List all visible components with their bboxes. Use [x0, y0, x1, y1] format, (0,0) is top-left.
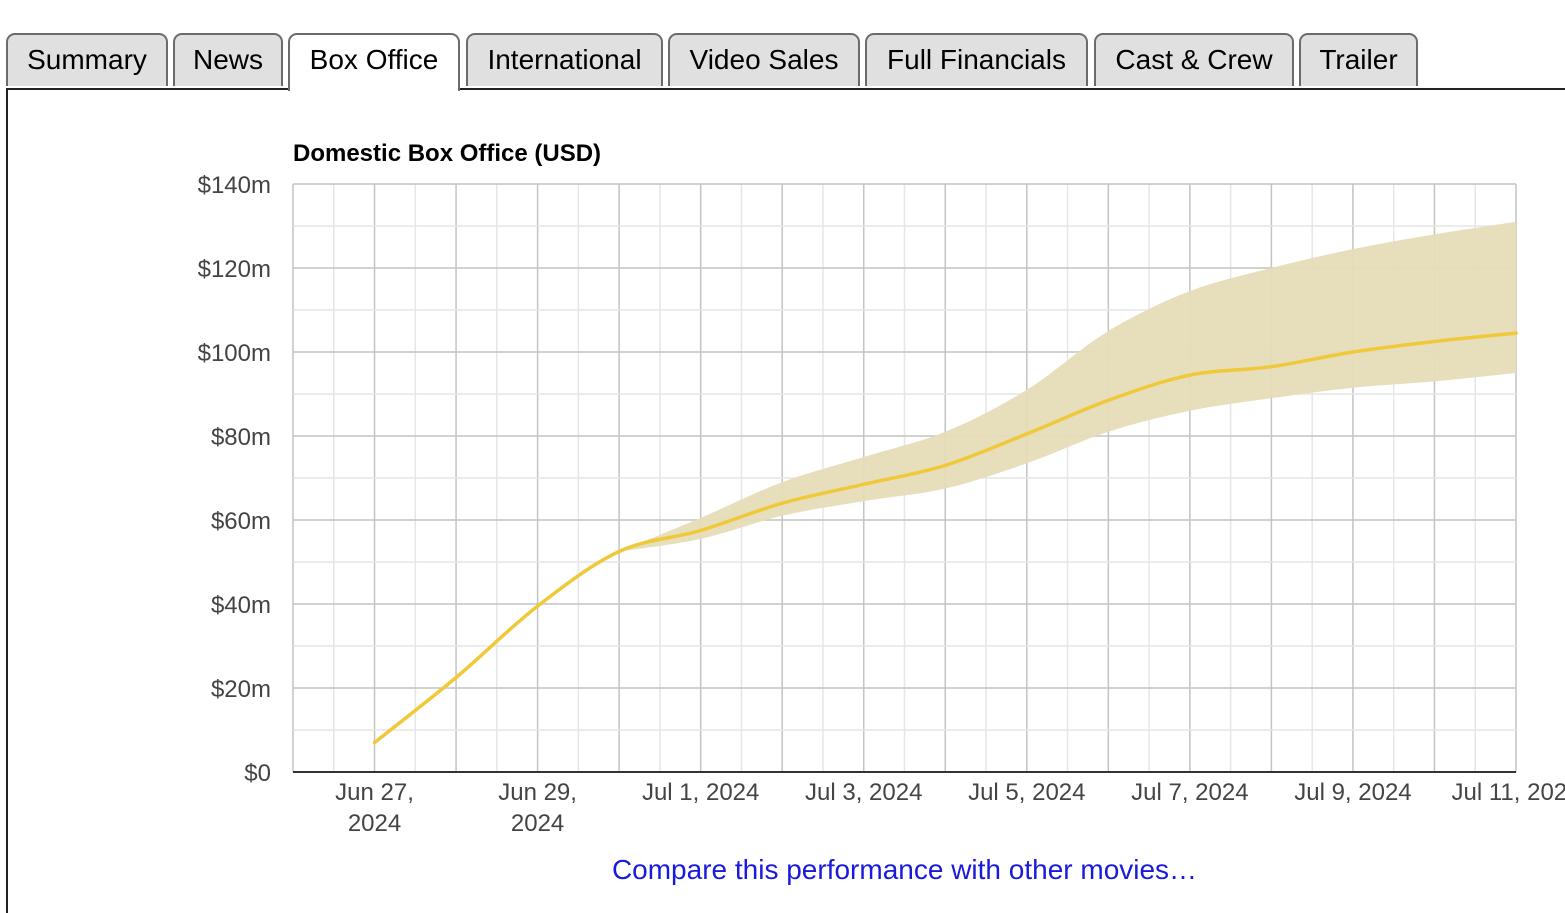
- y-tick-label: $140m: [198, 172, 271, 199]
- x-tick-label: Jul 9, 2024: [1294, 779, 1411, 806]
- y-axis-labels: $0 $20m $40m $60m $80m $100m $120m $140m: [198, 172, 271, 787]
- data-point: [862, 482, 866, 486]
- data-point: [780, 501, 784, 505]
- data-point: [699, 528, 703, 533]
- y-tick-label: $60m: [211, 508, 271, 535]
- x-axis-labels: Jun 27, 2024 Jun 29, 2024 Jul 1, 2024 Jul 3, …: [335, 779, 1565, 837]
- x-tick-label: Jul 1, 2024: [642, 779, 759, 806]
- y-tick-label: $100m: [198, 340, 271, 367]
- data-point: [1106, 398, 1110, 402]
- data-point: [1351, 350, 1355, 354]
- data-point: [1188, 373, 1192, 377]
- data-point: [1514, 331, 1518, 335]
- x-tick-label: Jun 27,: [335, 779, 414, 806]
- x-tick-label: 2024: [511, 810, 564, 837]
- data-point: [454, 675, 458, 680]
- compare-performance-link[interactable]: Compare this performance with other movi…: [0, 854, 1565, 886]
- data-point: [943, 463, 947, 467]
- x-tick-label: Jul 7, 2024: [1131, 779, 1248, 806]
- data-point: [1432, 339, 1437, 344]
- data-point: [1269, 365, 1273, 369]
- data-point: [372, 741, 377, 745]
- x-tick-label: Jul 5, 2024: [968, 779, 1085, 806]
- x-tick-label: Jul 3, 2024: [805, 779, 922, 806]
- box-office-chart: Domestic Box Office (USD) $0 $20m $40m $60m…: [198, 140, 1565, 837]
- x-tick-label: Jul 11, 2024: [1452, 779, 1565, 806]
- chart-title: Domestic Box Office (USD): [293, 140, 601, 167]
- y-tick-label: $120m: [198, 256, 271, 283]
- data-point: [536, 604, 540, 608]
- tab-box-office[interactable]: Box Office: [288, 33, 460, 91]
- y-tick-label: $0: [244, 760, 271, 787]
- y-tick-label: $80m: [211, 424, 271, 451]
- tab-bar-divider: [6, 88, 1565, 90]
- x-tick-label: Jun 29,: [498, 779, 577, 806]
- y-tick-label: $20m: [211, 676, 271, 703]
- data-point: [617, 549, 621, 554]
- y-tick-label: $40m: [211, 592, 271, 619]
- data-point: [1025, 432, 1029, 436]
- x-tick-label: 2024: [348, 810, 401, 837]
